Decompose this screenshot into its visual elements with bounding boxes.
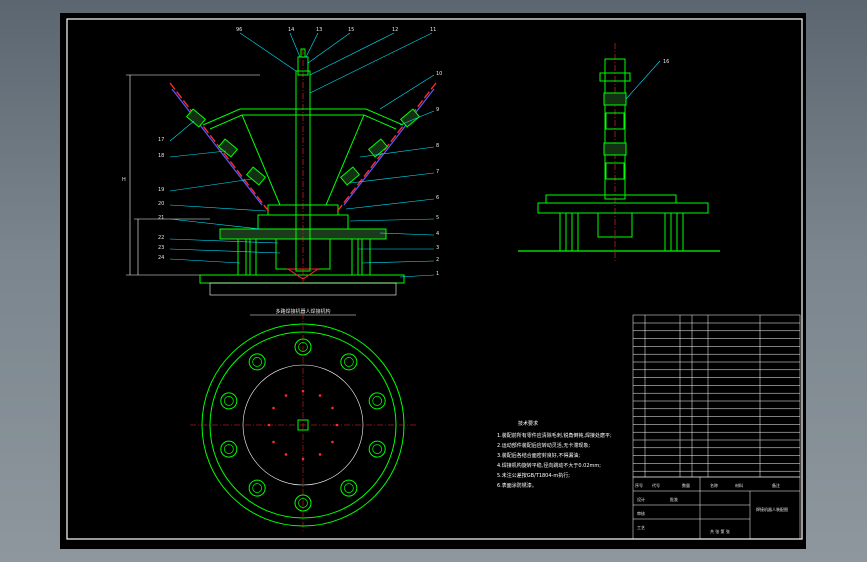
callout-8: 8	[436, 143, 439, 149]
callout-21: 21	[158, 215, 164, 221]
technical-notes: 技术要求 1.装配前所有零件应清除毛刺,锐角倒钝,焊接处磨平; 2.运动部件装配…	[497, 420, 612, 489]
pin-hole	[331, 406, 334, 410]
side-view: 16	[518, 43, 720, 263]
sign-process: 工艺	[637, 525, 645, 530]
front-section-view: H 96 14 13 15 12 11 10987654321 17181920…	[122, 27, 442, 296]
pin-hole	[272, 406, 275, 410]
callout-23: 23	[158, 245, 164, 251]
callout-13: 13	[316, 27, 322, 33]
callout-7: 7	[436, 169, 439, 175]
callout-24: 24	[158, 255, 164, 261]
bolt-hole	[220, 440, 238, 458]
cad-drawing: H 96 14 13 15 12 11 10987654321 17181920…	[66, 18, 803, 540]
note-line-4: 4.焊接机构旋转平稳,径向跳动不大于0.02mm;	[497, 462, 601, 469]
callout-6: 6	[436, 195, 439, 201]
callout-11: 11	[430, 27, 436, 33]
callout-17: 17	[158, 137, 164, 143]
callout-10: 10	[436, 71, 442, 77]
sheet-count: 共 张 第 张	[710, 528, 730, 534]
callout-1: 1	[436, 271, 439, 277]
hdr-material: 材料	[735, 482, 743, 488]
bolt-hole	[248, 353, 266, 371]
hdr-name: 名称	[710, 482, 718, 488]
pin-hole	[272, 440, 275, 444]
callout-96: 96	[236, 27, 242, 33]
bolt-hole	[340, 479, 358, 497]
note-line-6: 6.表面涂防锈漆。	[497, 482, 537, 489]
dimension-label: H	[122, 177, 126, 183]
callout-4: 4	[436, 231, 439, 237]
bolt-hole	[340, 353, 358, 371]
sign-check: 审核	[637, 510, 645, 516]
plan-view: 多路焊接机器人焊接机构	[190, 308, 416, 533]
hdr-remark: 备注	[772, 482, 780, 488]
hdr-qty: 数量	[682, 482, 690, 488]
callout-20: 20	[158, 201, 164, 207]
callout-side: 16	[663, 59, 669, 65]
notes-heading: 技术要求	[518, 420, 538, 427]
note-line-5: 5.未注公差按GB/T1804-m执行;	[497, 472, 570, 479]
callout-5: 5	[436, 215, 439, 221]
sign-approve: 批准	[670, 496, 678, 502]
bolt-hole	[368, 440, 386, 458]
pin-hole	[284, 453, 288, 456]
callout-22: 22	[158, 235, 164, 241]
callout-15: 15	[348, 27, 354, 33]
bolt-hole	[220, 392, 238, 410]
bolt-hole	[248, 479, 266, 497]
note-line-1: 1.装配前所有零件应清除毛刺,锐角倒钝,焊接处磨平;	[497, 432, 612, 439]
callout-9: 9	[436, 107, 439, 113]
pin-hole	[318, 453, 322, 456]
parts-list-table	[632, 314, 801, 478]
drawing-sheet: H 96 14 13 15 12 11 10 9 8 7 6 5 4 3 2 1…	[60, 13, 806, 549]
note-line-3: 3.装配后各结合面密封良好,不得漏油;	[497, 452, 580, 459]
callout-12: 12	[392, 27, 398, 33]
drawing-name: 焊接机器人装配图	[756, 506, 788, 512]
hdr-no: 序号	[635, 482, 643, 488]
callout-19: 19	[158, 187, 164, 193]
callout-2: 2	[436, 257, 439, 263]
hdr-code: 代号	[652, 482, 660, 488]
note-line-2: 2.运动部件装配后应转动灵活,无卡滞现象;	[497, 442, 590, 449]
callout-18: 18	[158, 153, 164, 159]
bolt-hole	[368, 392, 386, 410]
pin-hole	[331, 440, 334, 444]
callout-3: 3	[436, 245, 439, 251]
title-block: 焊接机器人装配图 共 张 第 张 设计 审核 工艺 批准 序号 代号 名称 数量…	[632, 476, 801, 540]
pin-hole	[318, 394, 322, 397]
sign-design: 设计	[637, 496, 645, 502]
callout-14: 14	[288, 27, 294, 33]
pin-hole	[284, 394, 288, 397]
